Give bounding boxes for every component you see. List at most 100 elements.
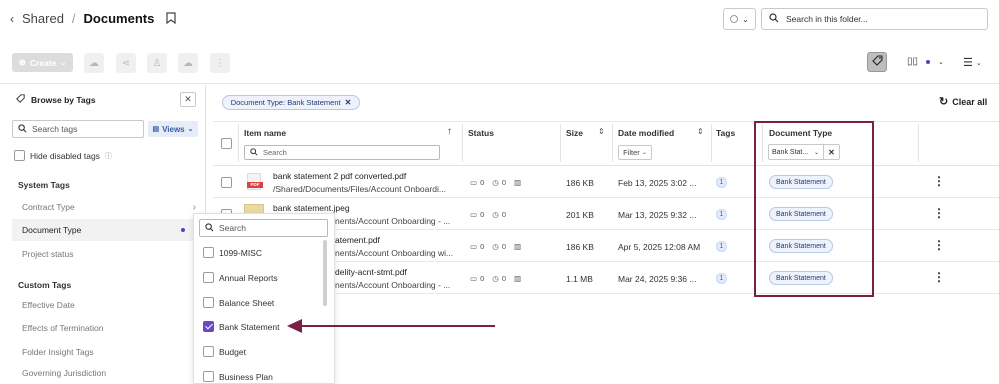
comment-count: 0 (480, 178, 485, 187)
dropdown-option-bank-statement[interactable]: Bank Statement (203, 321, 279, 332)
search-scope-select[interactable]: ⌄ (723, 8, 756, 30)
download-button[interactable]: ☁ (178, 53, 198, 73)
tag-item-governing-jurisdiction[interactable]: Governing Jurisdiction (22, 368, 106, 378)
list-view-button[interactable]: ☰ ⌄ (963, 56, 982, 69)
row-tag-count[interactable]: 1 (716, 273, 727, 284)
bookmark-icon[interactable] (166, 11, 176, 26)
row-tag-count[interactable]: 1 (716, 177, 727, 188)
dropdown-option[interactable]: Business Plan (203, 371, 273, 382)
cloud-upload-icon: ☁ (89, 57, 99, 69)
column-divider (711, 124, 712, 162)
comment-count: 0 (480, 210, 485, 219)
more-actions-button[interactable]: ⋮ (210, 53, 230, 73)
dropdown-option[interactable]: 1099-MISC (203, 247, 262, 258)
share-button[interactable]: ⋖ (116, 53, 136, 73)
kebab-icon: ⋮ (215, 57, 225, 69)
columns-icon: ▯▯ (907, 56, 919, 67)
dropdown-option[interactable]: Annual Reports (203, 272, 278, 283)
chevron-down-icon: ⌄ (938, 58, 944, 66)
upload-cloud-button[interactable]: ☁ (84, 53, 104, 73)
sort-toggle-icon[interactable]: ⇕ (598, 127, 605, 136)
close-tags-panel-button[interactable]: ✕ (180, 92, 196, 107)
comment-count: 0 (480, 242, 485, 251)
dropdown-scrollbar[interactable] (323, 240, 327, 306)
chevron-right-icon: › (192, 201, 196, 213)
tag-item-effective-date[interactable]: Effective Date (22, 300, 75, 310)
option-checkbox-checked[interactable] (203, 321, 214, 332)
close-icon: ✕ (184, 94, 192, 104)
tags-panel-toggle-button[interactable] (867, 52, 887, 72)
user-button[interactable]: ♙ (147, 53, 167, 73)
option-label: Annual Reports (219, 272, 278, 283)
row-checkbox[interactable] (221, 177, 232, 188)
breadcrumb-shared[interactable]: Shared (22, 11, 64, 26)
document-type-column-highlight (754, 121, 874, 297)
row-file-path[interactable]: /Shared/Documents/Files/Account Onboardi… (273, 184, 458, 194)
column-header-size[interactable]: Size (566, 128, 583, 138)
option-checkbox[interactable] (203, 297, 214, 308)
row-tag-count[interactable]: 1 (716, 209, 727, 220)
row-tag-count[interactable]: 1 (716, 241, 727, 252)
row-file-name[interactable]: atement.pdf (335, 235, 458, 245)
comment-icon: ▭ (470, 274, 478, 283)
row-size: 186 KB (566, 178, 594, 188)
tag-item-folder-insight-tags[interactable]: Folder Insight Tags › (12, 342, 196, 362)
option-checkbox[interactable] (203, 272, 214, 283)
dropdown-search-input[interactable]: Search (199, 219, 328, 237)
clock-icon: ◷ (492, 178, 499, 187)
column-header-item-name[interactable]: Item name (244, 128, 286, 138)
active-filter-chip[interactable]: Document Type: Bank Statement ✕ (222, 95, 360, 110)
row-file-path[interactable]: nents/Account Onboarding - ... (335, 280, 458, 290)
tags-panel-title: Browse by Tags (31, 94, 96, 105)
tag-item-project-status[interactable]: Project status › (12, 243, 196, 265)
option-checkbox[interactable] (203, 346, 214, 357)
row-file-path[interactable]: nents/Account Onboarding - ... (335, 216, 458, 226)
row-file-name[interactable]: delity-acnt-stmt.pdf (335, 267, 458, 277)
comment-icon: ▭ (470, 242, 478, 251)
sort-ascending-icon[interactable]: ↑ (447, 126, 452, 137)
option-checkbox[interactable] (203, 371, 214, 382)
row-file-name[interactable]: bank statement 2 pdf converted.pdf (273, 171, 458, 181)
tag-item-label: Folder Insight Tags (22, 347, 94, 357)
row-more-kebab-icon[interactable]: ⋮ (933, 238, 945, 252)
tag-search-input[interactable]: Search tags (12, 120, 144, 138)
row-more-kebab-icon[interactable]: ⋮ (933, 174, 945, 188)
analytics-icon: ▥ (513, 178, 522, 187)
remove-filter-icon[interactable]: ✕ (345, 98, 352, 107)
version-count: 0 (501, 178, 506, 187)
list-icon: ☰ (963, 57, 973, 69)
tag-item-document-type[interactable]: Document Type › (12, 219, 196, 241)
tag-item-effects-of-termination[interactable]: Effects of Termination (22, 323, 103, 333)
folder-search-input[interactable]: Search in this folder... (761, 8, 988, 30)
row-more-kebab-icon[interactable]: ⋮ (933, 206, 945, 220)
tag-item-label: Contract Type (22, 202, 75, 212)
select-all-checkbox[interactable] (221, 138, 232, 149)
column-view-button[interactable]: ▯▯ ⌄ (907, 56, 944, 67)
views-dropdown-button[interactable]: ▤ Views ⌄ (148, 121, 198, 137)
column-header-tags[interactable]: Tags (716, 128, 735, 138)
row-file-name[interactable]: bank statement.jpeg (273, 203, 458, 213)
tag-item-label: Document Type (22, 225, 82, 235)
column-header-status[interactable]: Status (468, 128, 494, 138)
column-header-date-modified[interactable]: Date modified (618, 128, 674, 138)
item-name-search-input[interactable]: Search (244, 145, 440, 160)
dropdown-option[interactable]: Balance Sheet (203, 297, 274, 308)
clear-all-button[interactable]: ↻ Clear all (939, 95, 987, 108)
hide-disabled-checkbox[interactable] (14, 150, 25, 161)
dropdown-search-placeholder: Search (219, 223, 246, 233)
row-size: 186 KB (566, 242, 594, 252)
chevron-down-icon: ⌄ (641, 150, 647, 156)
date-filter-dropdown[interactable]: Filter ⌄ (618, 145, 652, 160)
sort-toggle-icon[interactable]: ⇕ (697, 127, 704, 136)
analytics-icon: ▥ (513, 242, 522, 251)
row-file-path[interactable]: nents/Account Onboarding wi... (335, 248, 458, 258)
back-chevron-icon[interactable]: ‹ (10, 12, 14, 26)
hide-disabled-tags-toggle[interactable]: Hide disabled tags ⓘ (14, 150, 112, 161)
clock-icon: ◷ (492, 210, 499, 219)
create-button[interactable]: ⊕ Create ⌄ (12, 53, 73, 72)
option-checkbox[interactable] (203, 247, 214, 258)
dropdown-option[interactable]: Budget (203, 346, 246, 357)
chevron-down-icon: ⌄ (187, 126, 194, 133)
tag-item-contract-type[interactable]: Contract Type › (12, 196, 196, 218)
row-more-kebab-icon[interactable]: ⋮ (933, 270, 945, 284)
